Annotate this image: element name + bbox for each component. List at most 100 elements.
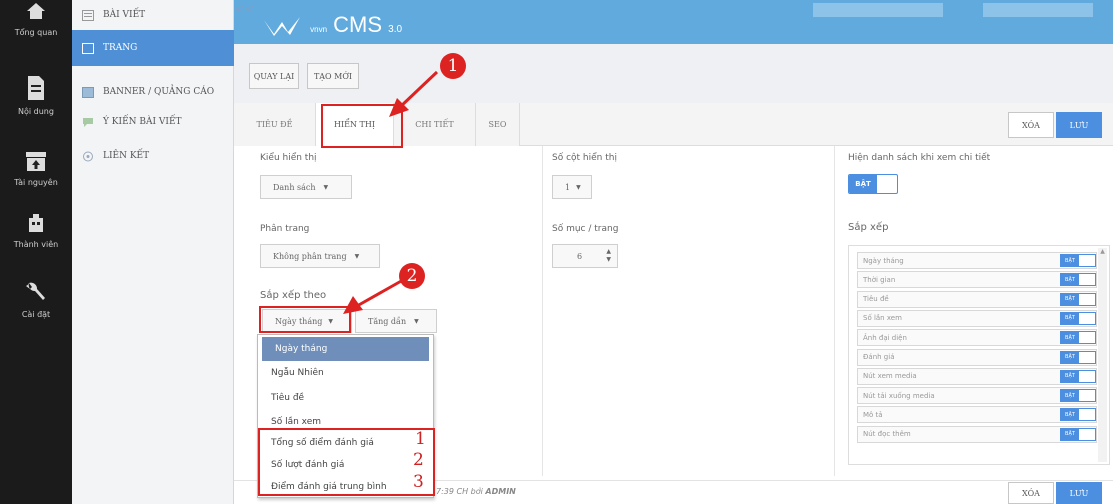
display-type-select[interactable]: Danh sách ▼ bbox=[260, 175, 352, 199]
sidebar-item-articles[interactable]: BÀI VIẾT bbox=[72, 0, 234, 30]
back-button[interactable]: QUAY LẠI bbox=[249, 63, 299, 89]
annotation-number: 3 bbox=[413, 472, 424, 492]
stepper-arrows-icon[interactable]: ▲ ▼ bbox=[606, 248, 611, 264]
annotation-marker-2: 2 bbox=[399, 263, 425, 289]
header-widget[interactable] bbox=[813, 3, 943, 17]
tab-seo[interactable]: SEO bbox=[476, 103, 520, 146]
modified-by-user: ADMIN bbox=[485, 487, 516, 496]
sort-field-label: Số lần xem bbox=[863, 314, 902, 323]
show-list-toggle[interactable]: BẬT bbox=[848, 174, 898, 194]
sort-field-row[interactable]: Nút tải xuống media BẬT bbox=[857, 387, 1097, 405]
sort-field-row[interactable]: Ảnh đại diện BẬT bbox=[857, 329, 1097, 347]
toggle-on-label: BẬT bbox=[1061, 409, 1079, 421]
sort-by-label: Sắp xếp theo bbox=[260, 290, 327, 301]
dropdown-option[interactable]: Tiêu đề bbox=[258, 386, 433, 410]
sort-field-toggle[interactable]: BẬT bbox=[1060, 273, 1096, 287]
sort-field-label: Tiêu đề bbox=[863, 295, 889, 304]
toggle-on-label: BẬT bbox=[1061, 351, 1079, 363]
sort-field-toggle[interactable]: BẬT bbox=[1060, 292, 1096, 306]
delete-button-bottom[interactable]: XÓA bbox=[1008, 482, 1054, 504]
sort-field-row[interactable]: Tiêu đề BẬT bbox=[857, 290, 1097, 308]
annotation-number: 2 bbox=[413, 450, 424, 470]
document-icon bbox=[28, 76, 44, 100]
sort-field-row[interactable]: Số lần xem BẬT bbox=[857, 309, 1097, 327]
nav-content[interactable]: Nội dung bbox=[0, 75, 72, 145]
sort-field-row[interactable]: Thời gian BẬT bbox=[857, 271, 1097, 289]
save-button[interactable]: LƯU bbox=[1056, 112, 1102, 138]
wrench-icon bbox=[26, 282, 45, 300]
sort-field-toggle[interactable]: BẬT bbox=[1060, 254, 1096, 267]
sort-field-row[interactable]: Nút xem media BẬT bbox=[857, 367, 1097, 385]
sort-field-label: Nút đọc thêm bbox=[863, 430, 911, 439]
scrollbar[interactable]: ▲ bbox=[1098, 248, 1107, 462]
sort-panel-label: Sắp xếp bbox=[848, 222, 889, 233]
sidebar-item-comments[interactable]: Ý KIẾN BÀI VIẾT bbox=[72, 104, 234, 140]
sidebar-item-label: TRANG bbox=[103, 43, 138, 53]
header-widget[interactable] bbox=[983, 3, 1093, 17]
delete-button[interactable]: XÓA bbox=[1008, 112, 1054, 138]
tab-title[interactable]: TIÊU ĐỀ bbox=[234, 103, 316, 146]
sort-field-row[interactable]: Ngày tháng BẬT bbox=[857, 252, 1097, 269]
sort-field-toggle[interactable]: BẬT bbox=[1060, 369, 1096, 383]
content-sidebar: BÀI VIẾT TRANG BANNER / QUẢNG CÁO Ý KIẾN… bbox=[72, 0, 234, 504]
article-icon bbox=[82, 9, 94, 21]
toggle-on-label: BẬT bbox=[1061, 428, 1079, 440]
display-type-label: Kiểu hiển thị bbox=[260, 153, 317, 163]
sort-field-toggle[interactable]: BẬT bbox=[1060, 408, 1096, 422]
main-nav-bar: Tổng quan Nội dung Tài nguyên Thành viên… bbox=[0, 0, 72, 504]
sort-field-toggle[interactable]: BẬT bbox=[1060, 331, 1096, 345]
sidebar-item-pages[interactable]: TRANG bbox=[72, 30, 234, 66]
save-button-bottom[interactable]: LƯU bbox=[1056, 482, 1102, 504]
nav-resources[interactable]: Tài nguyên bbox=[0, 150, 72, 220]
logo-version: 3.0 bbox=[388, 24, 403, 35]
timestamp: 7:39 CH bởi bbox=[436, 487, 483, 496]
divider bbox=[834, 146, 835, 476]
paging-select[interactable]: Không phân trang ▼ bbox=[260, 244, 380, 268]
sort-field-toggle[interactable]: BẬT bbox=[1060, 311, 1096, 325]
show-list-label: Hiện danh sách khi xem chi tiết bbox=[848, 153, 991, 163]
nav-settings[interactable]: Cài đặt bbox=[0, 280, 72, 350]
nav-settings-label: Cài đặt bbox=[21, 310, 51, 319]
last-modified-text: 7:39 CH bởi ADMIN bbox=[436, 487, 516, 496]
toggle-on-label: BẬT bbox=[1061, 274, 1079, 286]
users-icon bbox=[29, 214, 43, 232]
columns-select[interactable]: 1 ▼ bbox=[552, 175, 592, 199]
columns-label: Số cột hiển thị bbox=[552, 153, 617, 163]
logo-text: CMS bbox=[333, 12, 383, 37]
toggle-on-label: BẬT bbox=[1061, 293, 1079, 305]
sort-field-row[interactable]: Đánh giá BẬT bbox=[857, 348, 1097, 366]
nav-overview-label: Tổng quan bbox=[14, 28, 58, 37]
toggle-on-label: BẬT bbox=[1061, 255, 1079, 266]
sort-field-label: Ngày tháng bbox=[863, 256, 904, 265]
box-icon bbox=[26, 152, 46, 171]
nav-members[interactable]: Thành viên bbox=[0, 212, 72, 282]
per-page-label: Số mục / trang bbox=[552, 224, 619, 234]
comment-icon bbox=[83, 117, 93, 127]
sort-field-toggle[interactable]: BẬT bbox=[1060, 350, 1096, 364]
dropdown-option[interactable]: Ngẫu Nhiên bbox=[258, 361, 433, 385]
per-page-stepper[interactable]: 6 ▲ ▼ bbox=[552, 244, 618, 268]
sort-field-toggle[interactable]: BẬT bbox=[1060, 427, 1096, 441]
collapse-sidebar-button[interactable]: << bbox=[234, 2, 254, 16]
highlight-box-rating-options bbox=[258, 428, 435, 496]
nav-members-label: Thành viên bbox=[13, 240, 59, 249]
toggle-on-label: BẬT bbox=[849, 175, 877, 193]
sort-field-label: Nút xem media bbox=[863, 372, 917, 381]
toolbar bbox=[234, 44, 1113, 103]
nav-content-label: Nội dung bbox=[18, 107, 54, 116]
page-icon bbox=[82, 42, 94, 54]
link-icon bbox=[83, 151, 93, 161]
sidebar-item-links[interactable]: LIÊN KẾT bbox=[72, 138, 234, 174]
dropdown-option[interactable]: Ngày tháng bbox=[262, 337, 429, 361]
display-type-value: Danh sách bbox=[273, 182, 316, 192]
cms-logo: vnvn CMS 3.0 bbox=[264, 12, 402, 38]
chevron-down-icon: ▼ bbox=[323, 183, 329, 191]
sort-field-row[interactable]: Mô tả BẬT bbox=[857, 406, 1097, 424]
sort-field-label: Thời gian bbox=[863, 275, 896, 284]
sort-field-label: Mô tả bbox=[863, 410, 883, 419]
scroll-up-icon[interactable]: ▲ bbox=[1098, 248, 1107, 255]
sort-field-toggle[interactable]: BẬT bbox=[1060, 389, 1096, 403]
new-button[interactable]: TẠO MỚI bbox=[307, 63, 359, 89]
nav-overview[interactable]: Tổng quan bbox=[0, 0, 72, 70]
sort-field-row[interactable]: Nút đọc thêm BẬT bbox=[857, 425, 1097, 443]
